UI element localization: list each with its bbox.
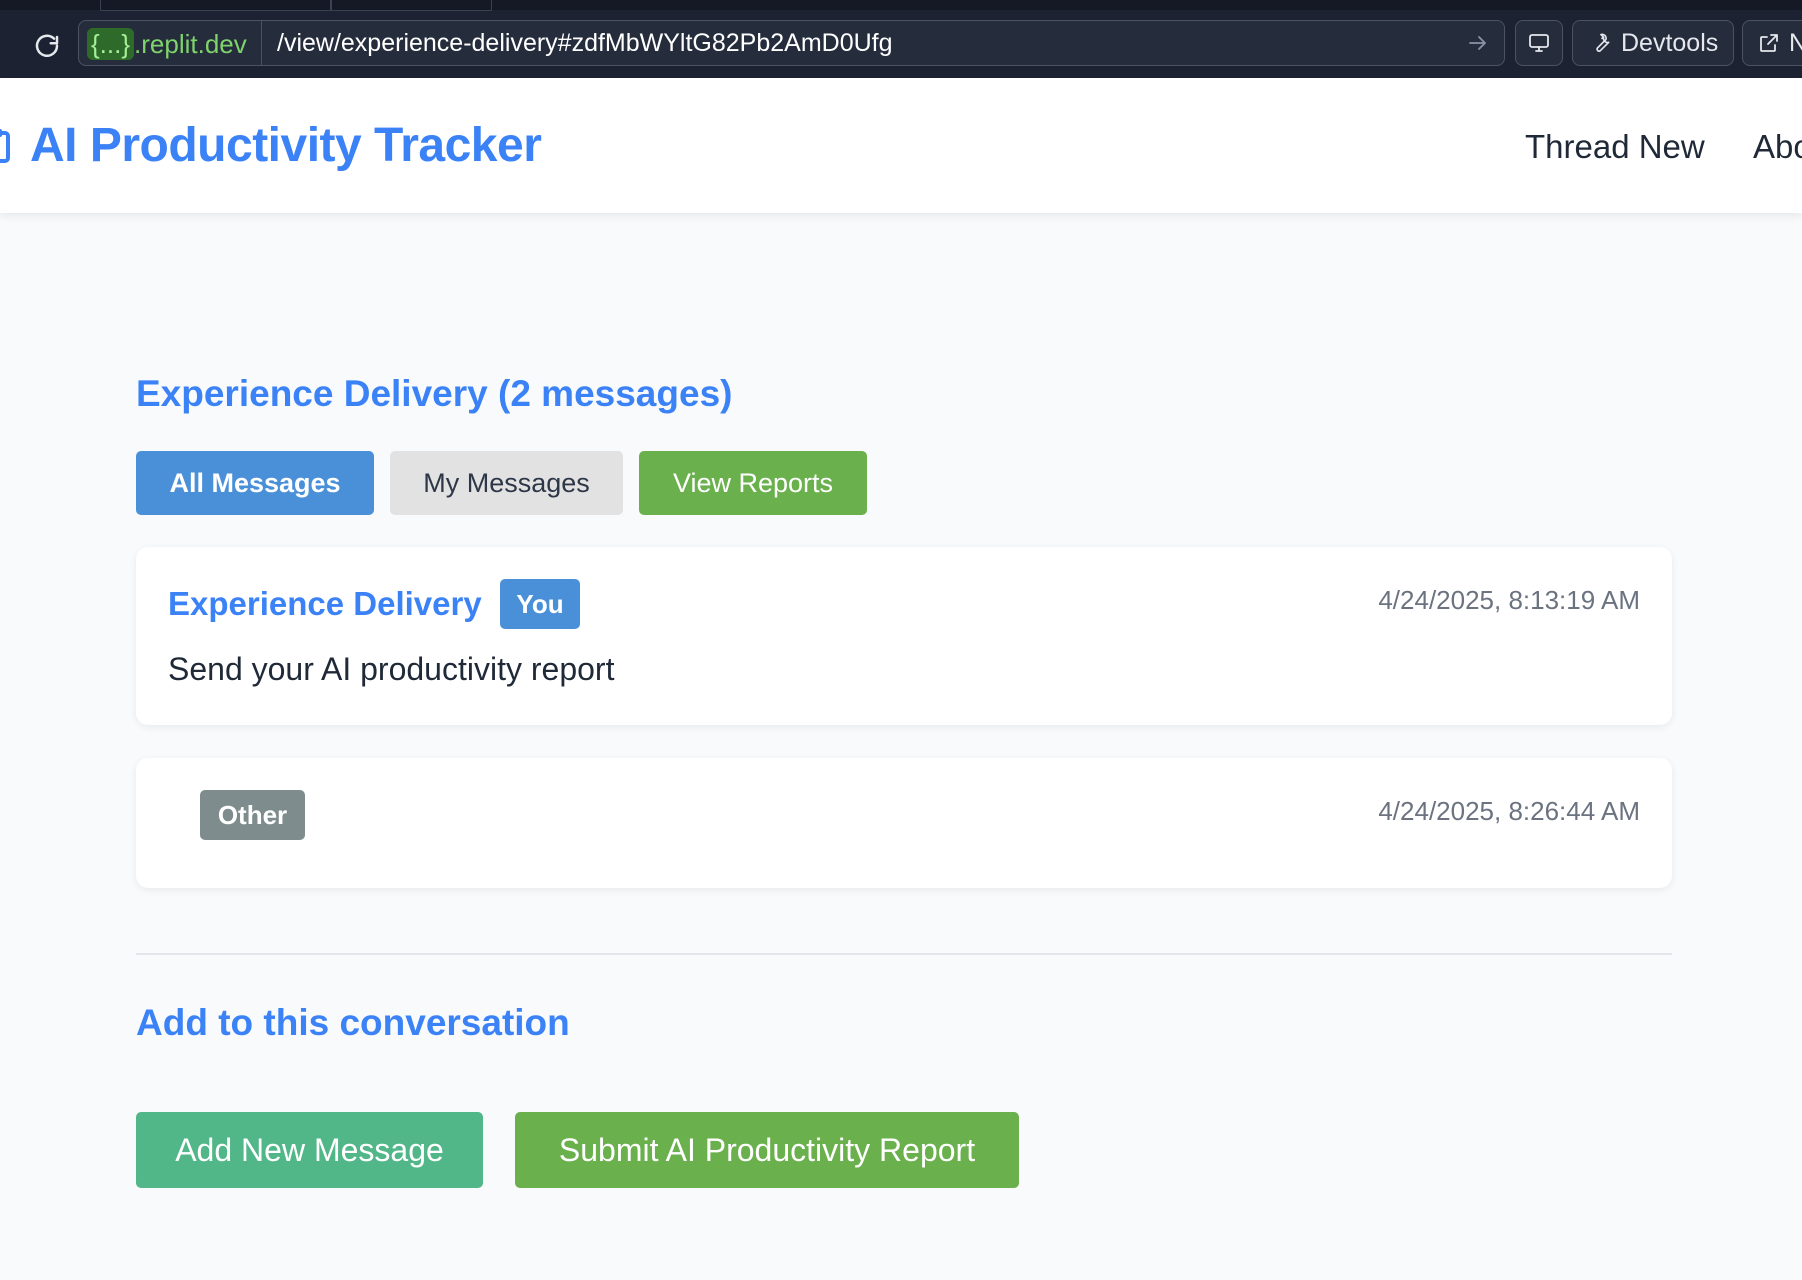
message-timestamp: 4/24/2025, 8:26:44 AM: [1378, 796, 1640, 826]
address-bar[interactable]: {...} .replit.dev /view/experience-deliv…: [78, 20, 1505, 66]
monitor-icon: [1529, 34, 1549, 52]
clipboard-icon: [0, 129, 10, 163]
my-messages-button[interactable]: My Messages: [390, 451, 623, 515]
nav-thread-new[interactable]: Thread New: [1525, 128, 1705, 166]
devtools-label: Devtools: [1621, 28, 1719, 57]
nav-about[interactable]: Abo: [1753, 128, 1802, 166]
message-card: Experience Delivery You 4/24/2025, 8:13:…: [136, 547, 1672, 725]
browser-tab[interactable]: [330, 0, 492, 11]
section-divider: [136, 953, 1672, 955]
browser-tab[interactable]: [100, 0, 332, 11]
message-card: Other 4/24/2025, 8:26:44 AM: [136, 758, 1672, 888]
all-messages-button[interactable]: All Messages: [136, 451, 374, 515]
url-host: {...} .replit.dev: [87, 28, 247, 60]
preview-button[interactable]: [1515, 20, 1563, 66]
author-badge: Other: [200, 790, 305, 840]
reload-button[interactable]: [26, 26, 68, 68]
browser-toolbar: {...} .replit.dev /view/experience-deliv…: [0, 0, 1802, 78]
app-header: AI Productivity Tracker Thread New Abo: [0, 78, 1802, 213]
add-new-message-button[interactable]: Add New Message: [136, 1112, 483, 1188]
url-domain: .replit.dev: [134, 28, 247, 59]
author-badge: You: [500, 579, 580, 629]
message-text: Send your AI productivity report: [168, 651, 615, 687]
compose-title: Add to this conversation: [136, 1002, 570, 1043]
arrow-right-icon[interactable]: [1466, 31, 1490, 55]
reload-icon: [35, 34, 59, 57]
message-timestamp: 4/24/2025, 8:13:19 AM: [1378, 585, 1640, 615]
submit-report-button[interactable]: Submit AI Productivity Report: [515, 1112, 1019, 1188]
view-reports-button[interactable]: View Reports: [639, 451, 867, 515]
url-badge: {...}: [87, 28, 135, 60]
tab-strip: [0, 0, 1802, 11]
message-sender: Experience Delivery: [168, 585, 482, 622]
app-title[interactable]: AI Productivity Tracker: [30, 118, 542, 173]
thread-title: Experience Delivery (2 messages): [136, 373, 733, 414]
open-new-tab-button[interactable]: N: [1742, 20, 1802, 66]
url-divider: [261, 21, 262, 65]
url-path[interactable]: /view/experience-delivery#zdfMbWYltG82Pb…: [277, 21, 893, 65]
wrench-icon: [1596, 33, 1610, 52]
external-link-icon: [1760, 34, 1778, 52]
new-tab-label: N: [1789, 29, 1802, 58]
devtools-button[interactable]: Devtools: [1572, 20, 1734, 66]
